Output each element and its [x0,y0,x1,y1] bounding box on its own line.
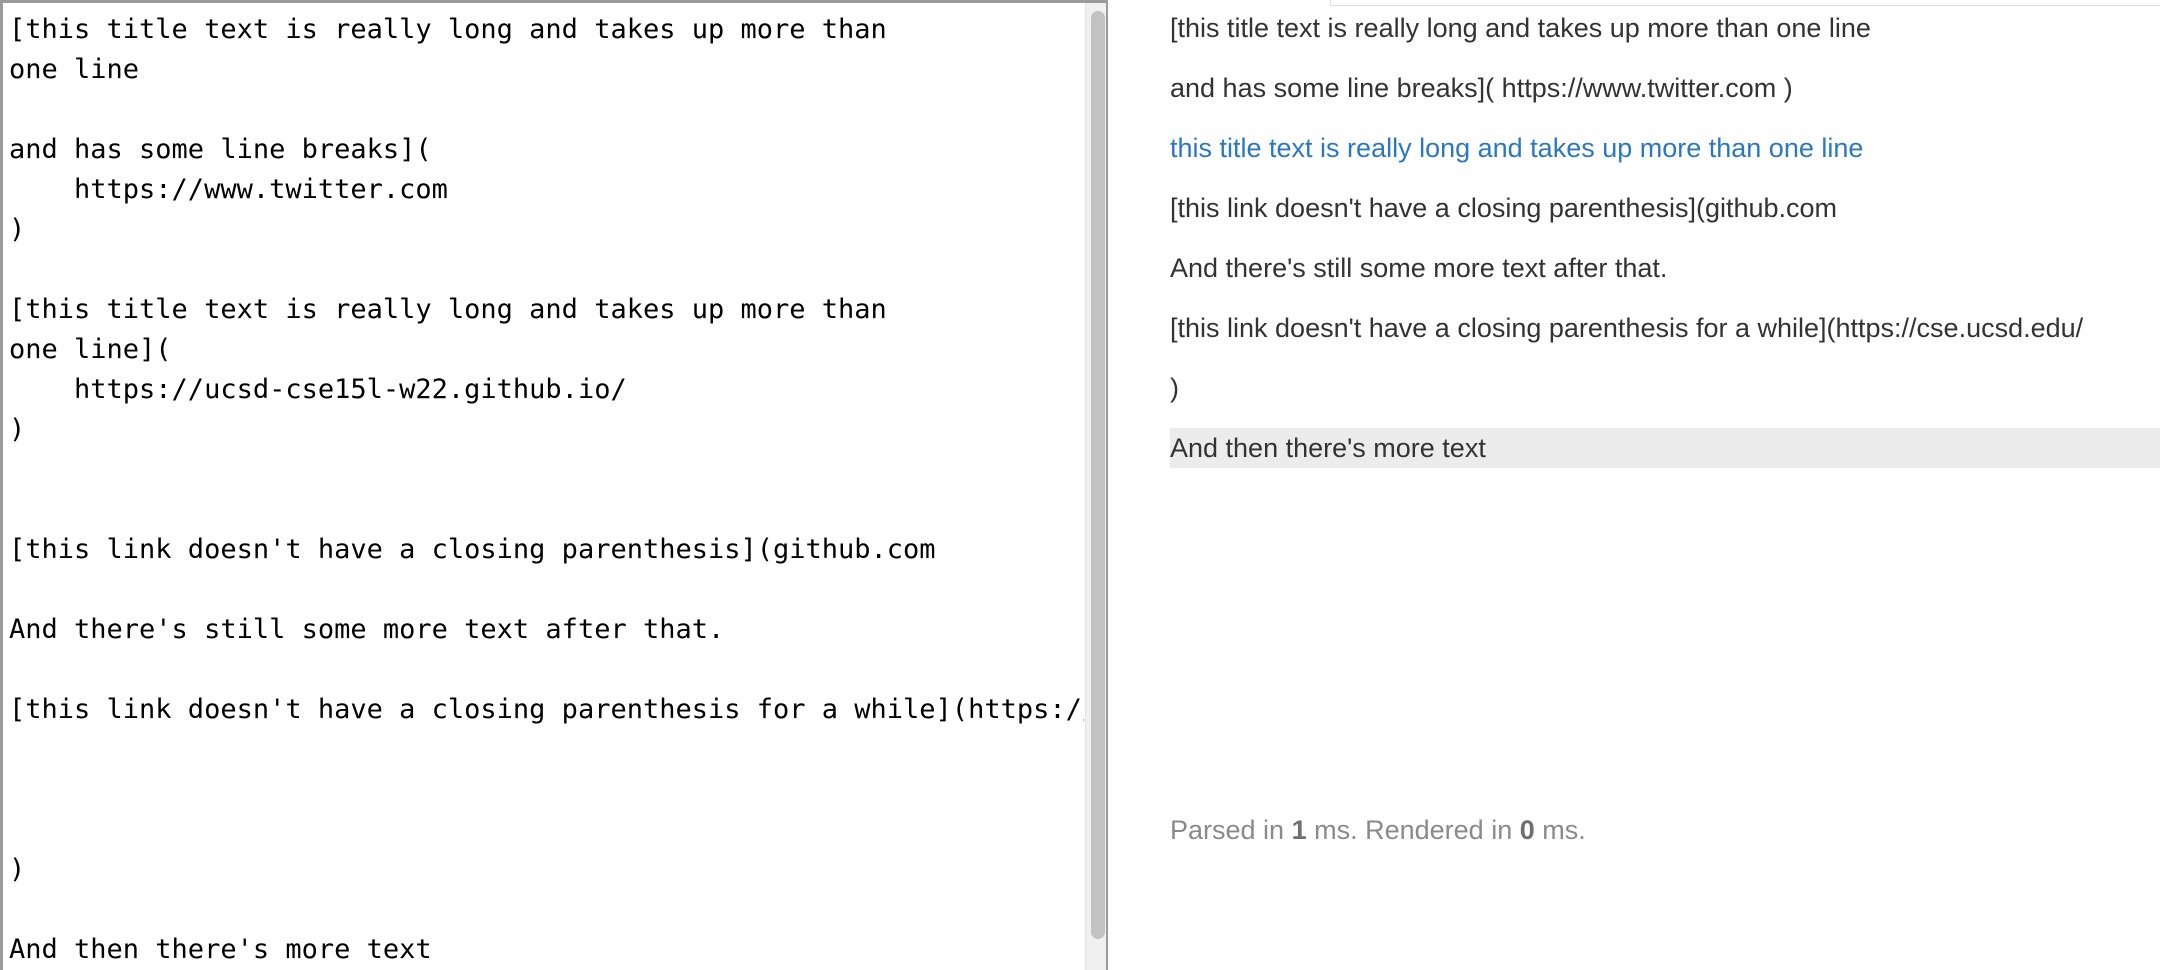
editor-line: And then there's more text [9,934,432,965]
editor-line: ) [9,414,26,445]
editor-line: ) [9,214,26,245]
timing-rendered-value: 0 [1519,815,1535,845]
editor-scrollbar[interactable] [1085,3,1106,970]
editor-line: [this link doesn't have a closing parent… [9,694,1084,725]
preview-paragraph-6: [this link doesn't have a closing parent… [1170,313,2084,343]
preview-top-divider [1330,0,2160,6]
editor-scrollbar-thumb[interactable] [1091,11,1105,939]
preview-paragraph-7: ) [1170,373,1179,403]
editor-line: And there's still some more text after t… [9,614,725,645]
preview-paragraph-3: this title text is really long and takes… [1170,128,2160,168]
timing-parsed-prefix: Parsed in [1170,815,1292,845]
timing-suffix: ms. [1534,815,1586,845]
editor-line: one line [9,54,140,85]
markdown-demo-window: [this title text is really long and take… [0,0,2160,970]
editor-line: https://www.twitter.com [9,174,448,205]
timing-middle: ms. Rendered in [1306,815,1520,845]
preview-link[interactable]: this title text is really long and takes… [1170,133,1863,163]
preview-paragraph-4: [this link doesn't have a closing parent… [1170,193,1838,223]
preview-paragraph-8-highlighted: And then there's more text [1170,428,2160,468]
rendered-preview: [this title text is really long and take… [1108,0,2160,970]
editor-line: one line]( [9,334,172,365]
editor-line: ) [9,854,26,885]
editor-line: https://ucsd-cse15l-w22.github.io/ [9,374,627,405]
timing-parsed-value: 1 [1291,815,1307,845]
preview-paragraph-2: and has some line breaks]( https://www.t… [1170,73,1793,103]
editor-line: [this title text is really long and take… [9,294,887,325]
preview-paragraph-1: [this title text is really long and take… [1170,13,1871,43]
editor-line: [this link doesn't have a closing parent… [9,534,936,565]
preview-tab-notch [1330,0,1331,6]
markdown-editor[interactable]: [this title text is really long and take… [0,0,1108,970]
editor-line: and has some line breaks]( [9,134,432,165]
editor-line: [this title text is really long and take… [9,14,887,45]
editor-text-area[interactable]: [this title text is really long and take… [9,10,1084,970]
preview-body: [this title text is really long and take… [1170,8,2160,488]
render-timing-status: Parsed in 1 ms. Rendered in 0 ms. [1170,810,1586,850]
preview-paragraph-5: And there's still some more text after t… [1170,253,1668,283]
